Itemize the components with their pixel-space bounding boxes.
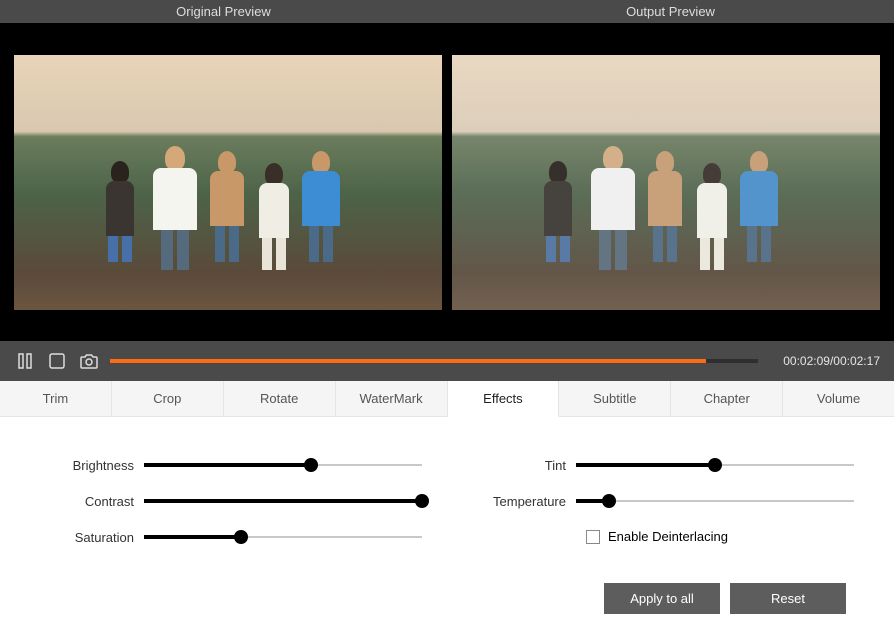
contrast-label: Contrast	[40, 494, 144, 509]
time-display: 00:02:09/00:02:17	[768, 354, 880, 368]
temperature-slider[interactable]	[576, 493, 854, 509]
temperature-label: Temperature	[472, 494, 576, 509]
tab-chapter[interactable]: Chapter	[671, 381, 783, 416]
output-preview-label: Output Preview	[447, 0, 894, 23]
tab-watermark[interactable]: WaterMark	[336, 381, 448, 416]
tint-slider[interactable]	[576, 457, 854, 473]
tab-volume[interactable]: Volume	[783, 381, 894, 416]
tint-label: Tint	[472, 458, 576, 473]
reset-button[interactable]: Reset	[730, 583, 846, 614]
deinterlace-checkbox[interactable]	[586, 530, 600, 544]
tab-subtitle[interactable]: Subtitle	[559, 381, 671, 416]
camera-icon[interactable]	[78, 350, 100, 372]
brightness-slider[interactable]	[144, 457, 422, 473]
tab-crop[interactable]: Crop	[112, 381, 224, 416]
tab-rotate[interactable]: Rotate	[224, 381, 336, 416]
tab-effects[interactable]: Effects	[448, 381, 560, 417]
pause-icon[interactable]	[14, 350, 36, 372]
brightness-label: Brightness	[40, 458, 144, 473]
apply-to-all-button[interactable]: Apply to all	[604, 583, 720, 614]
saturation-label: Saturation	[40, 530, 144, 545]
progress-bar[interactable]	[110, 359, 758, 363]
stop-icon[interactable]	[46, 350, 68, 372]
saturation-slider[interactable]	[144, 529, 422, 545]
output-preview	[452, 23, 880, 341]
contrast-slider[interactable]	[144, 493, 422, 509]
deinterlace-label: Enable Deinterlacing	[608, 529, 728, 544]
tab-trim[interactable]: Trim	[0, 381, 112, 416]
original-preview-label: Original Preview	[0, 0, 447, 23]
original-preview	[14, 23, 442, 341]
